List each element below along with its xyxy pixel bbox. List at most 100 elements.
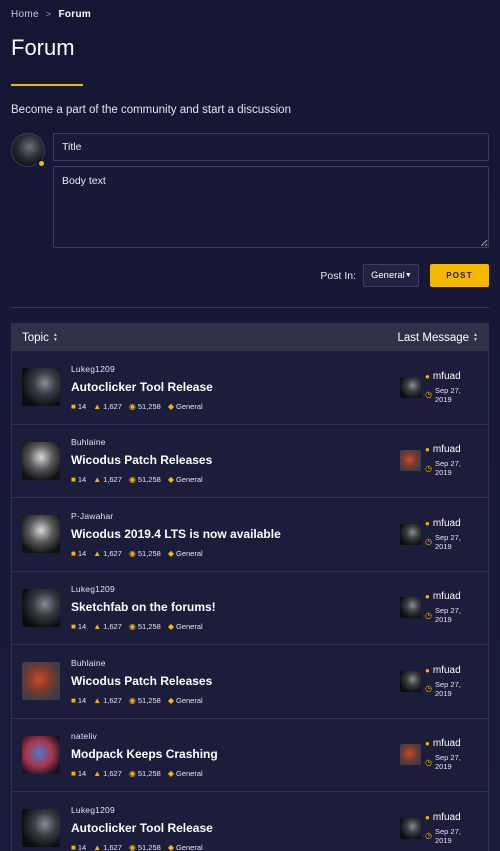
topic-stats: ■ 14 ▲ 1,627 ◉ 51,258 ◆ General	[71, 769, 400, 778]
view-count: 51,258	[137, 401, 161, 411]
last-poster-name[interactable]: mfuad	[433, 738, 461, 749]
category-tag[interactable]: General	[176, 549, 203, 558]
sort-icon: ▲ ▼	[52, 331, 58, 343]
divider	[11, 307, 489, 308]
online-status-dot	[37, 159, 46, 168]
table-row[interactable]: Buhlaine Wicodus Patch Releases ■ 14 ▲ 1,6…	[12, 424, 488, 498]
topic-author[interactable]: Lukeg1209	[71, 805, 400, 815]
last-poster-name[interactable]: mfuad	[433, 665, 461, 676]
eye-icon: ◉	[128, 695, 136, 705]
last-poster-name[interactable]: mfuad	[433, 591, 461, 602]
user-icon: ●	[425, 812, 430, 822]
body-text-input[interactable]	[53, 166, 489, 248]
like-count: 1,627	[103, 401, 122, 411]
topic-author[interactable]: Buhlaine	[71, 658, 400, 668]
topic-stats: ■ 14 ▲ 1,627 ◉ 51,258 ◆ General	[71, 622, 400, 631]
post-button[interactable]: POST	[430, 264, 489, 287]
topic-title[interactable]: Wicodus Patch Releases	[71, 453, 400, 467]
last-poster-name[interactable]: mfuad	[433, 518, 461, 529]
table-row[interactable]: nateliv Modpack Keeps Crashing ■ 14 ▲ 1,62…	[12, 718, 488, 792]
last-poster-name[interactable]: mfuad	[433, 444, 461, 455]
topic-title[interactable]: Sketchfab on the forums!	[71, 600, 400, 614]
clock-icon: ◷	[425, 757, 432, 767]
tag-icon: ◆	[167, 695, 174, 705]
table-row[interactable]: P-Jawahar Wicodus 2019.4 LTS is now avai…	[12, 498, 488, 572]
last-poster-name[interactable]: mfuad	[433, 812, 461, 823]
comment-count: 14	[77, 401, 87, 411]
author-avatar	[22, 441, 60, 480]
breadcrumb: Home > Forum	[11, 0, 489, 28]
table-row[interactable]: Lukeg1209 Sketchfab on the forums! ■ 14 ▲…	[12, 571, 488, 645]
last-poster-avatar	[400, 450, 421, 472]
tag-icon: ◆	[167, 475, 174, 485]
table-row[interactable]: Lukeg1209 Autoclicker Tool Release ■ 14 ▲…	[12, 351, 488, 425]
last-poster-avatar	[400, 670, 421, 692]
comment-count: 14	[77, 842, 87, 851]
thumbs-up-icon: ▲	[93, 842, 102, 851]
category-tag[interactable]: General	[176, 402, 203, 411]
category-select[interactable]: General ▼	[363, 264, 419, 287]
last-message-date: Sep 27, 2019	[434, 385, 461, 404]
tag-icon: ◆	[167, 401, 174, 411]
table-row[interactable]: Buhlaine Wicodus Patch Releases ■ 14 ▲ 1,6…	[12, 645, 488, 719]
user-icon: ●	[425, 518, 430, 528]
tag-icon: ◆	[167, 842, 174, 851]
eye-icon: ◉	[128, 622, 136, 632]
view-count: 51,258	[137, 769, 161, 779]
table-header: Topic ▲ ▼ Last Message ▲ ▼	[12, 324, 488, 351]
topic-author[interactable]: nateliv	[71, 731, 400, 741]
last-message-header-label: Last Message	[397, 331, 470, 344]
category-tag[interactable]: General	[176, 622, 203, 631]
last-poster-avatar	[400, 744, 421, 766]
topic-author[interactable]: Lukeg1209	[71, 364, 400, 374]
topic-title[interactable]: Autoclicker Tool Release	[71, 821, 400, 835]
topic-author[interactable]: Lukeg1209	[71, 584, 400, 594]
user-avatar[interactable]	[11, 133, 46, 168]
category-tag[interactable]: General	[176, 843, 203, 851]
topic-title[interactable]: Autoclicker Tool Release	[71, 380, 400, 394]
topic-author[interactable]: P-Jawahar	[71, 511, 400, 521]
user-icon: ●	[425, 739, 430, 749]
last-message: ● mfuad ◷ Sep 27, 2019	[400, 738, 478, 771]
clock-icon: ◷	[425, 390, 432, 400]
chevron-right-icon: >	[45, 9, 52, 19]
author-avatar	[22, 588, 60, 627]
last-message-date: Sep 27, 2019	[434, 606, 461, 625]
topic-title[interactable]: Modpack Keeps Crashing	[71, 747, 400, 761]
breadcrumb-home-link[interactable]: Home	[11, 9, 39, 20]
last-message: ● mfuad ◷ Sep 27, 2019	[400, 812, 478, 845]
topic-stats: ■ 14 ▲ 1,627 ◉ 51,258 ◆ General	[71, 549, 400, 558]
last-poster-name[interactable]: mfuad	[433, 371, 461, 382]
eye-icon: ◉	[128, 401, 136, 411]
table-row[interactable]: Lukeg1209 Autoclicker Tool Release ■ 14 ▲…	[12, 792, 488, 851]
topic-column-header[interactable]: Topic ▲ ▼	[22, 332, 58, 344]
thumbs-up-icon: ▲	[93, 769, 102, 779]
clock-icon: ◷	[425, 610, 432, 620]
page-subtitle: Become a part of the community and start…	[11, 104, 291, 116]
title-underline	[11, 84, 83, 86]
like-count: 1,627	[103, 695, 122, 705]
author-avatar	[22, 735, 60, 774]
topic-title[interactable]: Wicodus 2019.4 LTS is now available	[71, 527, 400, 541]
category-tag[interactable]: General	[176, 696, 203, 705]
clock-icon: ◷	[425, 537, 432, 547]
view-count: 51,258	[137, 622, 161, 632]
category-tag[interactable]: General	[176, 475, 203, 484]
comment-icon: ■	[71, 401, 76, 411]
topic-title[interactable]: Wicodus Patch Releases	[71, 674, 400, 688]
topic-stats: ■ 14 ▲ 1,627 ◉ 51,258 ◆ General	[71, 475, 400, 484]
eye-icon: ◉	[128, 548, 136, 558]
like-count: 1,627	[103, 769, 122, 779]
topic-author[interactable]: Buhlaine	[71, 437, 400, 447]
topic-stats: ■ 14 ▲ 1,627 ◉ 51,258 ◆ General	[71, 402, 400, 411]
author-avatar	[22, 662, 60, 701]
clock-icon: ◷	[425, 463, 432, 473]
title-input[interactable]	[53, 133, 489, 161]
last-message-column-header[interactable]: Last Message ▲ ▼	[397, 332, 478, 344]
comment-count: 14	[77, 475, 87, 485]
eye-icon: ◉	[128, 769, 136, 779]
category-selected-value: General	[371, 270, 405, 281]
last-poster-avatar	[400, 376, 421, 398]
category-tag[interactable]: General	[176, 769, 203, 778]
user-icon: ●	[425, 665, 430, 675]
